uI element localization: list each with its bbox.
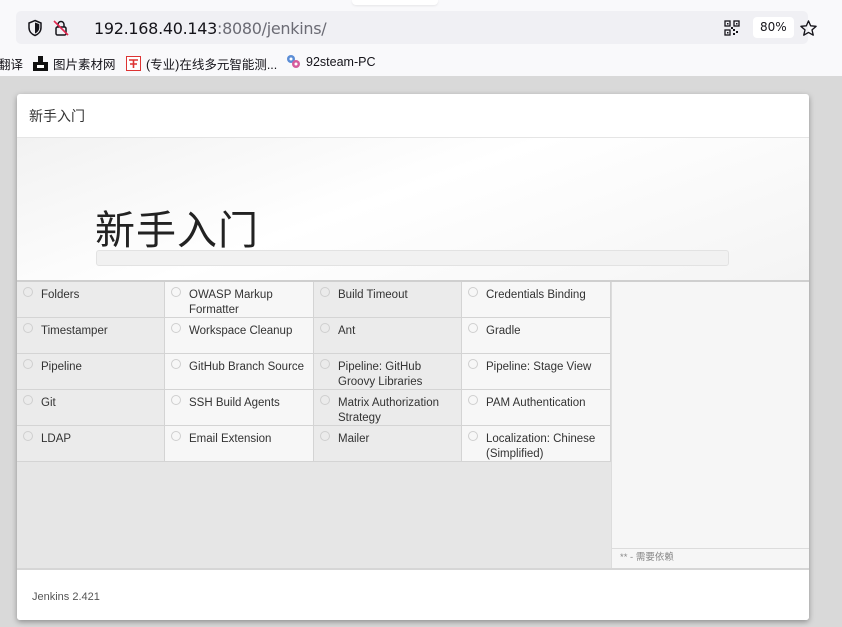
plugin-name: Workspace Cleanup (189, 325, 293, 337)
plugin-item: Timestamper (17, 318, 165, 354)
plugin-status-icon (320, 395, 330, 405)
page-viewport: 新手入门 新手入门 Folders OWASP Markup Formatter B… (0, 76, 842, 627)
plugin-item: Mailer (314, 426, 462, 462)
jenkins-version: Jenkins 2.421 (32, 591, 100, 603)
install-progress-bar (96, 250, 729, 266)
plugin-status-icon (171, 323, 181, 333)
plugin-item: OWASP Markup Formatter (165, 282, 314, 318)
plugin-status-icon (320, 323, 330, 333)
plugin-status-icon (23, 431, 33, 441)
shield-icon[interactable] (26, 19, 44, 37)
plugin-name: Git (41, 397, 56, 409)
plugin-status-icon (468, 431, 478, 441)
plugin-name: Build Timeout (338, 289, 408, 301)
plugin-status-icon (171, 359, 181, 369)
plugin-item: Email Extension (165, 426, 314, 462)
dialog-footer: Jenkins 2.421 (17, 568, 809, 620)
bookmark-label: (专业)在线多元智能测... (146, 58, 278, 72)
url-host: 192.168.40.143 (94, 19, 218, 38)
dialog-header-title: 新手入门 (17, 94, 809, 138)
plugin-status-icon (23, 323, 33, 333)
plugin-item: Credentials Binding (462, 282, 611, 318)
plugin-item: GitHub Branch Source (165, 354, 314, 390)
plugin-item: Localization: Chinese (Simplified) (462, 426, 611, 462)
plugin-item: Workspace Cleanup (165, 318, 314, 354)
plugin-status-icon (468, 323, 478, 333)
install-log-panel: ** - 需要依赖 (611, 282, 809, 568)
bookmark-star-icon[interactable] (799, 19, 818, 38)
plugin-status-icon (468, 395, 478, 405)
bookmark-label: 92steam-PC (306, 54, 376, 69)
url-text[interactable]: 192.168.40.143:8080/jenkins/ (94, 19, 327, 38)
bookmark-label: 图片素材网 (53, 58, 116, 72)
plugin-name: OWASP Markup Formatter (189, 289, 273, 316)
plugin-name: Mailer (338, 433, 370, 445)
bookmarks-bar: 翻译 图片素材网 (专业)在线多元智能测... 92steam-PC (0, 51, 842, 73)
plugin-item: PAM Authentication (462, 390, 611, 426)
bookmark-item-images[interactable]: 图片素材网 (33, 54, 116, 73)
steam-site-icon (287, 55, 300, 68)
plugin-status-icon (23, 359, 33, 369)
plugin-name: Localization: Chinese (Simplified) (486, 433, 596, 460)
plugin-name: Pipeline: Stage View (486, 361, 592, 373)
plugin-name: Folders (41, 289, 80, 301)
plugin-name: GitHub Branch Source (189, 361, 305, 373)
active-tab[interactable] (352, 0, 438, 5)
plugin-status-icon (171, 431, 181, 441)
plugin-name: Matrix Authorization Strategy (338, 397, 439, 424)
setup-wizard-dialog: 新手入门 新手入门 Folders OWASP Markup Formatter B… (17, 94, 809, 620)
plugin-list: Folders OWASP Markup Formatter Build Timeo… (17, 282, 611, 462)
bookmark-item-test[interactable]: (专业)在线多元智能测... (126, 54, 277, 73)
plugin-status-icon (171, 287, 181, 297)
url-path: :8080/jenkins/ (217, 19, 327, 38)
bookmark-item-translate[interactable]: 翻译 (0, 54, 23, 73)
insecure-lock-icon[interactable] (52, 19, 70, 37)
plugin-item: Ant (314, 318, 462, 354)
plugin-item: Pipeline: Stage View (462, 354, 611, 390)
plugin-status-icon (171, 395, 181, 405)
plugin-name: Timestamper (41, 325, 108, 337)
plugin-name: Credentials Binding (486, 289, 586, 301)
bookmark-label: 翻译 (0, 58, 24, 72)
url-bar[interactable]: 192.168.40.143:8080/jenkins/ 80% (16, 11, 817, 44)
plugin-status-icon (23, 287, 33, 297)
plugin-status-icon (320, 287, 330, 297)
plugin-item: Build Timeout (314, 282, 462, 318)
browser-chrome: 192.168.40.143:8080/jenkins/ 80% 翻译 图片素材… (0, 0, 842, 76)
plugin-name: Email Extension (189, 433, 272, 445)
bookmark-item-steam[interactable]: 92steam-PC (286, 54, 375, 69)
plugin-item: SSH Build Agents (165, 390, 314, 426)
plugin-status-icon (468, 287, 478, 297)
hero-title: 新手入门 (95, 209, 259, 253)
plugin-grid-area: Folders OWASP Markup Formatter Build Timeo… (17, 282, 611, 568)
plugin-item: Matrix Authorization Strategy (314, 390, 462, 426)
plugin-name: Pipeline (41, 361, 82, 373)
plugin-item: Pipeline (17, 354, 165, 390)
plugin-item: Pipeline: GitHub Groovy Libraries (314, 354, 462, 390)
qr-code-icon[interactable] (724, 20, 740, 36)
hero-banner: 新手入门 (17, 138, 809, 282)
test-site-icon (126, 56, 141, 71)
plugin-status-icon (320, 431, 330, 441)
plugin-status-icon (320, 359, 330, 369)
plugin-item: Folders (17, 282, 165, 318)
plugin-status-icon (468, 359, 478, 369)
plugin-status-icon (23, 395, 33, 405)
plugin-name: Pipeline: GitHub Groovy Libraries (338, 361, 423, 388)
plugin-item: Gradle (462, 318, 611, 354)
plugin-name: LDAP (41, 433, 72, 445)
plugin-name: SSH Build Agents (189, 397, 280, 409)
image-site-icon (33, 56, 48, 71)
plugin-item: Git (17, 390, 165, 426)
plugin-name: Gradle (486, 325, 521, 337)
plugin-name: Ant (338, 325, 356, 337)
dependency-note: ** - 需要依赖 (612, 548, 809, 568)
zoom-indicator[interactable]: 80% (753, 17, 794, 38)
plugin-item: LDAP (17, 426, 165, 462)
plugin-name: PAM Authentication (486, 397, 586, 409)
